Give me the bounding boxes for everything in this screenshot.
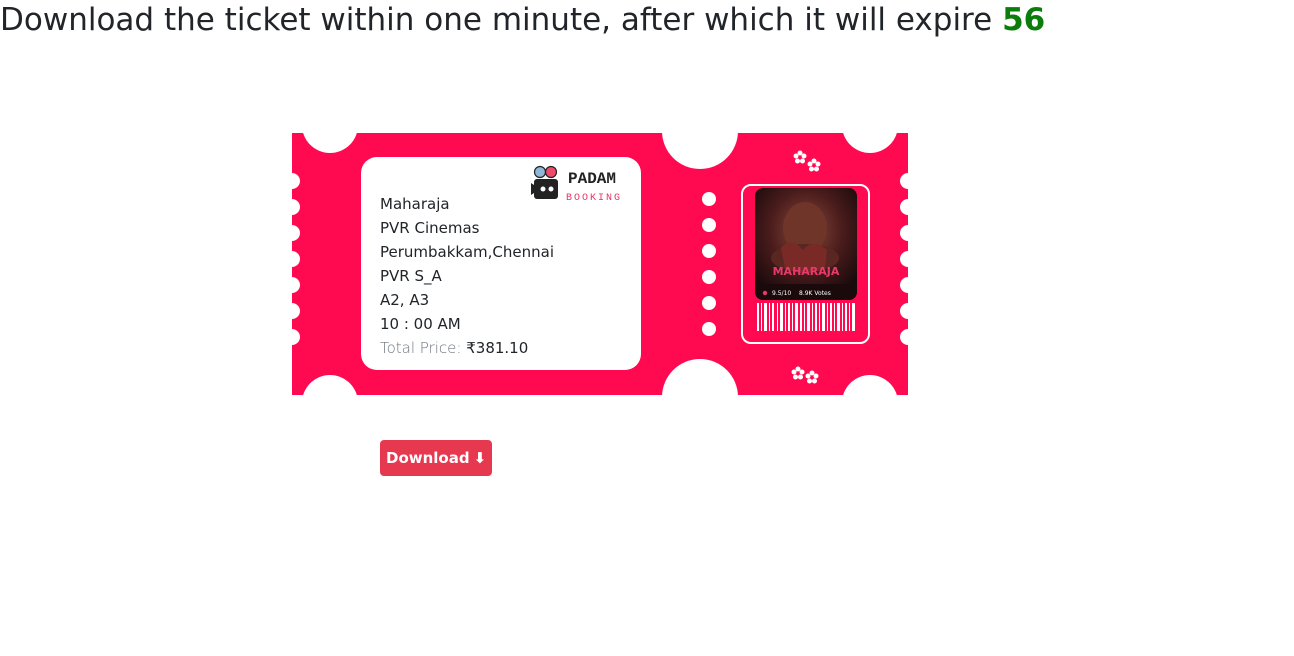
download-label: Download: [386, 449, 470, 467]
total-price: Total Price: ₹381.10: [380, 336, 554, 360]
cinema-location: Perumbakkam,Chennai: [380, 243, 555, 261]
expiry-text: Download the ticket within one minute, a…: [0, 2, 993, 38]
svg-text:8.9K Votes: 8.9K Votes: [799, 290, 831, 297]
screen-name: PVR S_A: [380, 267, 442, 285]
countdown-timer: 56: [1002, 2, 1046, 38]
movie-poster: MAHARAJA 9.5/10 8.9K Votes: [755, 188, 857, 300]
price-label: Total Price:: [380, 339, 462, 357]
show-time: 10 : 00 AM: [380, 315, 461, 333]
download-arrow-icon: ⬇: [473, 449, 487, 467]
cinema-name: PVR Cinemas: [380, 219, 480, 237]
movie-name: Maharaja: [380, 195, 450, 213]
download-button[interactable]: Download ⬇: [380, 440, 493, 476]
price-value: ₹381.10: [466, 339, 529, 357]
ticket-details: Maharaja PVR Cinemas Perumbakkam,Chennai…: [380, 192, 554, 360]
svg-text:MAHARAJA: MAHARAJA: [773, 265, 840, 278]
svg-text:BOOKING: BOOKING: [566, 193, 622, 204]
barcode: [757, 303, 855, 331]
svg-text:9.5/10: 9.5/10: [772, 290, 791, 297]
movie-ticket: PADAM BOOKING Maharaja PVR Cinemas Perum…: [292, 133, 908, 395]
expiry-message: Download the ticket within one minute, a…: [0, 0, 1045, 40]
seat-numbers: A2, A3: [380, 291, 430, 309]
svg-text:PADAM: PADAM: [568, 170, 616, 188]
